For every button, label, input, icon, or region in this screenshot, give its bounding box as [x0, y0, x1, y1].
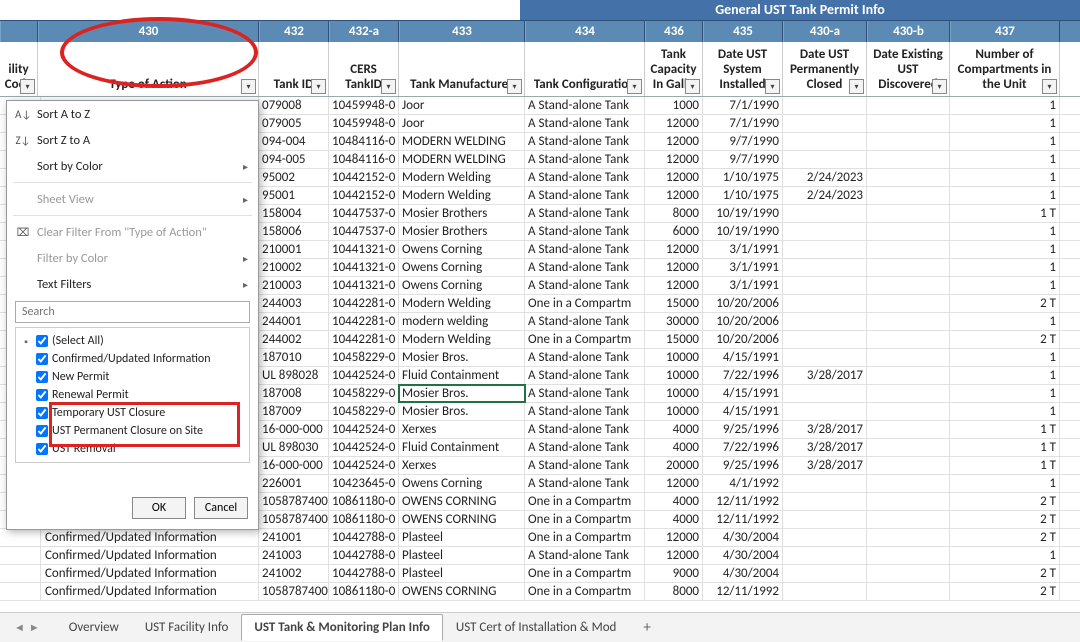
table-row[interactable]: Confirmed/Updated Information24100210442… [0, 565, 1080, 583]
sheet-view-item: Sheet View [7, 186, 258, 212]
filter-dropdown-icon[interactable]: ▾ [381, 79, 396, 94]
cancel-button[interactable]: Cancel [194, 497, 248, 519]
filter-value-item[interactable]: ▪(Select All) [18, 332, 247, 350]
filter-value-item[interactable]: Renewal Permit [18, 386, 247, 404]
filter-checkbox[interactable] [36, 353, 48, 365]
ok-button[interactable]: OK [132, 497, 186, 519]
clear-filter-icon: ⌧ [15, 226, 31, 239]
filter-dropdown-icon[interactable]: ▾ [849, 79, 864, 94]
table-row[interactable]: Confirmed/Updated Information10587874001… [0, 583, 1080, 601]
sheet-nav-icons[interactable]: ◄► [14, 621, 56, 634]
filter-value-item[interactable]: Confirmed/Updated Information [18, 350, 247, 368]
filter-dropdown-icon[interactable]: ▾ [241, 79, 256, 94]
filter-value-item[interactable]: UST Permanent Closure on Site [18, 422, 247, 440]
tab-facility[interactable]: UST Facility Info [132, 614, 242, 641]
filter-checkbox[interactable] [36, 443, 48, 455]
sort-az-icon: A↓ [15, 108, 31, 121]
filter-value-item[interactable]: New Permit [18, 368, 247, 386]
filter-checkbox[interactable] [36, 425, 48, 437]
tab-cert[interactable]: UST Cert of Installation & Mod [443, 614, 630, 641]
add-sheet-icon[interactable]: + [629, 614, 664, 642]
filter-value-tree[interactable]: ▪(Select All)Confirmed/Updated Informati… [15, 327, 250, 463]
filter-dropdown-icon[interactable]: ▾ [627, 79, 642, 94]
filter-value-item[interactable]: UST Removal [18, 440, 247, 458]
clear-filter-item: ⌧Clear Filter From "Type of Action" [7, 219, 258, 245]
filter-checkbox[interactable] [36, 371, 48, 383]
filter-dropdown-icon[interactable]: ▾ [685, 79, 700, 94]
autofilter-panel: A↓Sort A to Z Z↓Sort Z to A Sort by Colo… [6, 100, 259, 530]
text-filters-item[interactable]: Text Filters [7, 271, 258, 297]
filter-dropdown-icon[interactable]: ▾ [507, 79, 522, 94]
sheet-tab-bar: ◄► Overview UST Facility Info UST Tank &… [0, 612, 1080, 642]
table-row[interactable]: Confirmed/Updated Information24100110442… [0, 529, 1080, 547]
sort-color-item[interactable]: Sort by Color [7, 153, 258, 179]
merged-title: General UST Tank Permit Info [520, 0, 1080, 20]
sort-za-item[interactable]: Z↓Sort Z to A [7, 127, 258, 153]
column-number-row: 430 432 432-a 433 434 436 435 430-a 430-… [0, 20, 1080, 42]
tab-overview[interactable]: Overview [56, 614, 132, 641]
filter-color-item: Filter by Color [7, 245, 258, 271]
filter-dropdown-icon[interactable]: ▾ [311, 79, 326, 94]
tab-tank-monitoring[interactable]: UST Tank & Monitoring Plan Info [241, 614, 443, 641]
column-header-row: ility Code▾ Type of Action▾ Tank ID▾ CER… [0, 42, 1080, 97]
filter-checkbox[interactable] [36, 335, 48, 347]
filter-dropdown-icon[interactable]: ▾ [1042, 79, 1057, 94]
sort-za-icon: Z↓ [15, 134, 31, 147]
filter-value-item[interactable]: Temporary UST Closure [18, 404, 247, 422]
filter-dropdown-icon[interactable]: ▾ [20, 79, 35, 94]
filter-dropdown-icon[interactable]: ▾ [765, 79, 780, 94]
filter-dropdown-icon[interactable]: ▾ [932, 79, 947, 94]
filter-search-input[interactable] [15, 301, 250, 323]
sort-az-item[interactable]: A↓Sort A to Z [7, 101, 258, 127]
filter-checkbox[interactable] [36, 407, 48, 419]
table-row[interactable]: Confirmed/Updated Information24100310442… [0, 547, 1080, 565]
filter-checkbox[interactable] [36, 389, 48, 401]
